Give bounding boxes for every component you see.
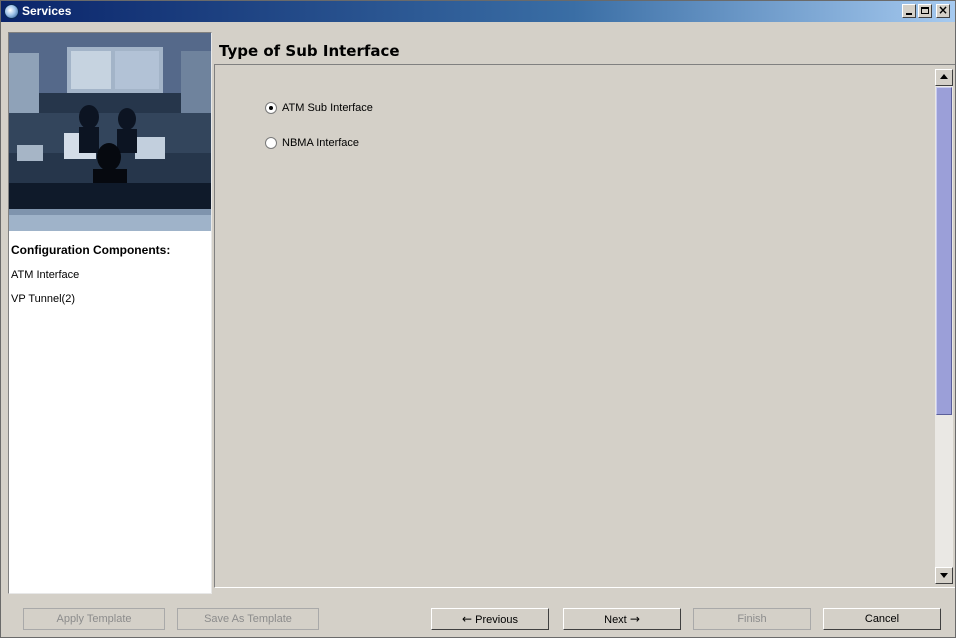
minimize-icon bbox=[906, 13, 912, 15]
component-item-atm-interface[interactable]: ATM Interface bbox=[11, 269, 79, 281]
left-arrow-icon: ← bbox=[462, 612, 473, 626]
finish-button[interactable]: Finish bbox=[693, 608, 811, 630]
services-window: Services × Configuration Components: ATM… bbox=[0, 0, 956, 638]
cancel-button[interactable]: Cancel bbox=[823, 608, 941, 630]
component-item-vp-tunnel[interactable]: VP Tunnel(2) bbox=[11, 293, 75, 305]
scroll-thumb[interactable] bbox=[936, 87, 952, 415]
maximize-icon bbox=[921, 7, 929, 14]
option-nbma-interface[interactable]: NBMA Interface bbox=[265, 136, 359, 150]
save-as-template-button[interactable]: Save As Template bbox=[177, 608, 319, 630]
control-room-illustration bbox=[9, 33, 211, 231]
app-icon bbox=[4, 4, 19, 19]
next-label: Next bbox=[604, 614, 627, 626]
window-title: Services bbox=[22, 4, 72, 18]
apply-template-button[interactable]: Apply Template bbox=[23, 608, 165, 630]
down-arrow-icon bbox=[940, 573, 948, 578]
content-panel: ATM Sub Interface NBMA Interface bbox=[214, 64, 955, 588]
components-heading: Configuration Components: bbox=[11, 243, 171, 257]
option-label: ATM Sub Interface bbox=[282, 102, 373, 114]
close-button[interactable]: × bbox=[936, 3, 950, 18]
previous-label: Previous bbox=[475, 614, 518, 626]
page-title: Type of Sub Interface bbox=[219, 42, 400, 60]
minimize-button[interactable] bbox=[902, 4, 916, 18]
option-label: NBMA Interface bbox=[282, 137, 360, 149]
up-arrow-icon bbox=[940, 74, 948, 79]
scroll-up-button[interactable] bbox=[935, 69, 953, 86]
sidebar: Configuration Components: ATM Interface … bbox=[8, 32, 212, 594]
scroll-down-button[interactable] bbox=[935, 567, 953, 584]
previous-button[interactable]: ← Previous bbox=[431, 608, 549, 630]
maximize-button[interactable] bbox=[918, 4, 932, 18]
page-header: Type of Sub Interface bbox=[214, 39, 954, 63]
right-arrow-icon: → bbox=[629, 612, 640, 626]
banner-image bbox=[9, 33, 211, 231]
vertical-scrollbar[interactable] bbox=[935, 69, 953, 584]
option-atm-sub-interface[interactable]: ATM Sub Interface bbox=[265, 101, 373, 115]
next-button[interactable]: Next → bbox=[563, 608, 681, 630]
title-bar[interactable]: Services × bbox=[1, 1, 955, 22]
radio-button-selected[interactable] bbox=[265, 102, 277, 114]
radio-dot bbox=[269, 106, 273, 110]
close-icon: × bbox=[937, 3, 949, 17]
radio-button-unselected[interactable] bbox=[265, 137, 277, 149]
